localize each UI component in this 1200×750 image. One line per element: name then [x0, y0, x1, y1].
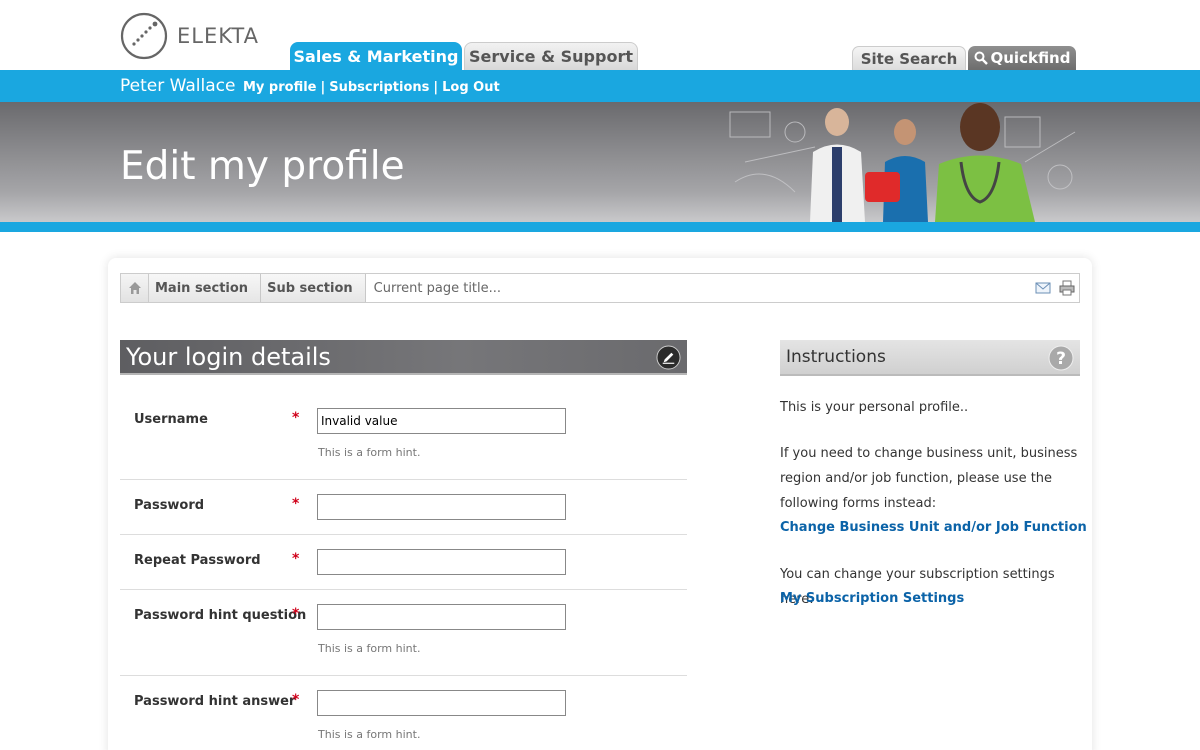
- required-marker: *: [292, 692, 300, 708]
- password-label: Password: [134, 498, 205, 513]
- link-separator: |: [320, 80, 326, 95]
- user-links: My profile | Subscriptions | Log Out: [243, 80, 500, 95]
- hint-question-input[interactable]: [317, 604, 566, 630]
- email-icon[interactable]: [1035, 280, 1051, 296]
- breadcrumb-tools: [1035, 280, 1075, 296]
- form-row-username: Username * This is a form hint.: [120, 376, 687, 480]
- banner-people-illustration: [729, 103, 1076, 222]
- username-hint: This is a form hint.: [318, 446, 421, 459]
- link-separator: |: [433, 80, 439, 95]
- instructions-business-unit-text: If you need to change business unit, bus…: [780, 446, 1078, 511]
- instructions-title: Instructions: [786, 347, 886, 367]
- elekta-logo-mark-icon: [120, 12, 168, 60]
- hint-answer-input[interactable]: [317, 690, 566, 716]
- repeat-password-input[interactable]: [317, 549, 566, 575]
- magnifier-icon: [974, 51, 988, 65]
- required-marker: *: [292, 551, 300, 567]
- required-marker: *: [292, 496, 300, 512]
- page-title: Edit my profile: [120, 144, 405, 189]
- site-header: ELEKTA Sales & Marketing Service & Suppo…: [0, 0, 1200, 70]
- login-details-header: Your login details: [120, 340, 687, 375]
- username-input[interactable]: [317, 408, 566, 434]
- my-profile-link[interactable]: My profile: [243, 80, 317, 95]
- print-icon[interactable]: [1059, 280, 1075, 296]
- hint-answer-label: Password hint answer: [134, 694, 296, 709]
- logo-text: ELEKTA: [177, 24, 259, 48]
- breadcrumb: Main section Sub section Current page ti…: [120, 273, 1080, 303]
- breadcrumb-home[interactable]: [121, 274, 149, 302]
- form-row-password: Password *: [120, 480, 687, 535]
- login-details-title: Your login details: [126, 343, 331, 371]
- required-marker: *: [292, 606, 300, 622]
- subscriptions-link[interactable]: Subscriptions: [329, 80, 429, 95]
- form-row-repeat-password: Repeat Password *: [120, 535, 687, 590]
- svg-text:?: ?: [1056, 349, 1066, 369]
- log-out-link[interactable]: Log Out: [442, 80, 500, 95]
- user-name: Peter Wallace: [120, 76, 236, 96]
- change-business-unit-link[interactable]: Change Business Unit and/or Job Function: [780, 520, 1087, 535]
- help-question-icon[interactable]: ?: [1048, 345, 1074, 371]
- hint-question-label: Password hint question: [134, 608, 307, 623]
- user-bar: Peter Wallace My profile | Subscriptions…: [0, 70, 1200, 102]
- quickfind-tab[interactable]: Quickfind: [968, 46, 1076, 70]
- elekta-logo[interactable]: ELEKTA: [120, 11, 260, 61]
- subscription-settings-link[interactable]: My Subscription Settings: [780, 591, 964, 606]
- instructions-intro: This is your personal profile..: [780, 400, 969, 415]
- tab-sales-marketing[interactable]: Sales & Marketing: [290, 42, 462, 70]
- edit-pencil-icon: [656, 345, 681, 370]
- quickfind-label: Quickfind: [990, 49, 1071, 67]
- site-search-tab[interactable]: Site Search: [852, 46, 966, 70]
- hint-question-hint: This is a form hint.: [318, 642, 421, 655]
- page-banner: Edit my profile: [0, 102, 1200, 222]
- password-input[interactable]: [317, 494, 566, 520]
- username-label: Username: [134, 412, 208, 427]
- breadcrumb-main-section[interactable]: Main section: [149, 274, 262, 302]
- repeat-password-label: Repeat Password: [134, 553, 261, 568]
- breadcrumb-sub-section[interactable]: Sub section: [261, 274, 366, 302]
- form-row-hint-answer: Password hint answer * This is a form hi…: [120, 676, 687, 750]
- breadcrumb-current: Current page title...: [373, 280, 502, 296]
- home-icon: [128, 282, 141, 294]
- hint-answer-hint: This is a form hint.: [318, 728, 421, 741]
- instructions-header: Instructions ?: [780, 340, 1080, 376]
- required-marker: *: [292, 410, 300, 426]
- form-row-hint-question: Password hint question * This is a form …: [120, 590, 687, 676]
- banner-bottom-stripe: [0, 222, 1200, 232]
- tab-service-support[interactable]: Service & Support: [464, 42, 638, 70]
